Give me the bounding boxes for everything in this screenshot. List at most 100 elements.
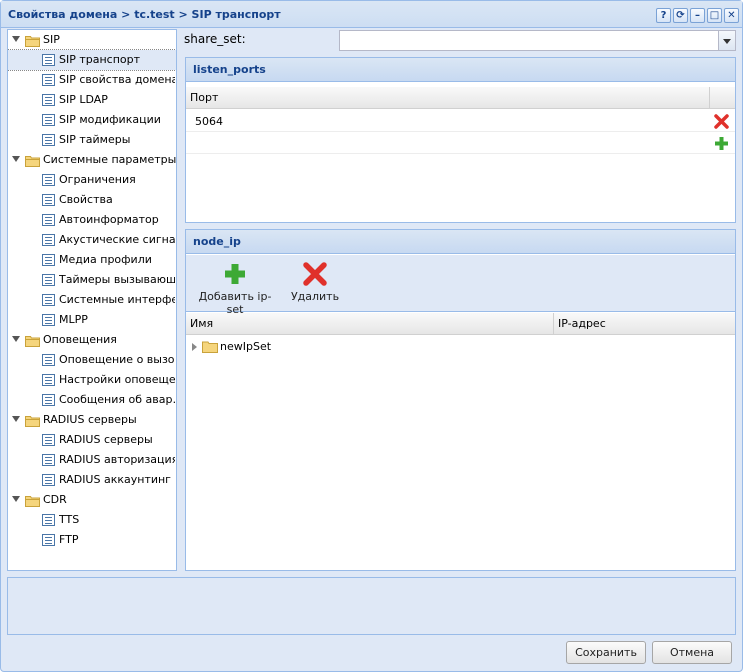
window-title: Свойства домена > tc.test > SIP транспор… [8,8,281,21]
tree-item[interactable]: Медиа профили [8,250,176,270]
add-ip-set-button[interactable]: Добавить ip-set [192,261,278,316]
page-icon [42,434,55,446]
port-row[interactable]: 5064 [186,111,735,132]
ip-set-row[interactable]: newIpSet [186,336,735,357]
tree-group-label: RADIUS серверы [43,413,137,426]
tree-item-label: Системные интерфе… [59,293,175,306]
tree-item-label: SIP транспорт [59,53,141,66]
folder-icon [202,341,218,353]
delete-port-icon[interactable] [713,113,730,130]
delete-label: Удалить [290,290,340,303]
tree-item[interactable]: SIP свойства домена [8,70,176,90]
close-icon[interactable]: ✕ [724,8,739,23]
name-column-header[interactable]: Имя [186,313,554,335]
tree-item-label: RADIUS серверы [59,433,153,446]
collapse-arrow-icon[interactable] [12,416,20,422]
delete-button[interactable]: Удалить [290,261,340,303]
tree-group-label: CDR [43,493,67,506]
listen-ports-title: listen_ports [186,58,735,82]
page-icon [42,454,55,466]
status-area [7,577,736,635]
cancel-button[interactable]: Отмена [652,641,732,664]
tree-item[interactable]: Системные интерфе… [8,290,176,310]
folder-icon [25,494,40,507]
tree-item[interactable]: TTS [8,510,176,530]
tree-group[interactable]: Оповещения [8,330,176,350]
expand-arrow-icon[interactable] [192,343,197,351]
chevron-down-icon[interactable] [718,31,735,50]
tree-group[interactable]: SIP [8,30,176,50]
collapse-arrow-icon[interactable] [12,496,20,502]
page-icon [42,134,55,146]
page-icon [42,114,55,126]
tree-item-label: SIP модификации [59,113,161,126]
tree-item-label: Медиа профили [59,253,152,266]
page-icon [42,94,55,106]
save-button[interactable]: Сохранить [566,641,646,664]
tree-item[interactable]: SIP таймеры [8,130,176,150]
tree-item-label: TTS [59,513,80,526]
tree-item[interactable]: Ограничения [8,170,176,190]
tree-item[interactable]: Акустические сигна… [8,230,176,250]
tree-item[interactable]: RADIUS авторизация [8,450,176,470]
minimize-icon[interactable]: – [690,8,705,23]
tree-group[interactable]: Системные параметры [8,150,176,170]
page-icon [42,534,55,546]
page-icon [42,394,55,406]
tree-item[interactable]: SIP транспорт [8,49,176,71]
tree-item[interactable]: Оповещение о вызо… [8,350,176,370]
page-icon [42,314,55,326]
folder-icon [25,414,40,427]
share-set-select[interactable] [339,30,736,51]
page-icon [42,374,55,386]
tree-item[interactable]: MLPP [8,310,176,330]
tree-item[interactable]: Таймеры вызывающ… [8,270,176,290]
port-column-header[interactable]: Порт [186,87,710,109]
add-port-icon[interactable] [713,135,730,152]
tree-group[interactable]: CDR [8,490,176,510]
page-icon [42,254,55,266]
tree-item[interactable]: SIP модификации [8,110,176,130]
tree-item-label: Свойства [59,193,113,206]
tree-item[interactable]: Сообщения об авар… [8,390,176,410]
tree-item-label: MLPP [59,313,88,326]
collapse-arrow-icon[interactable] [12,336,20,342]
tree-item[interactable]: Свойства [8,190,176,210]
tree-group-label: Системные параметры [43,153,177,166]
tree-item-label: FTP [59,533,79,546]
page-icon [42,294,55,306]
tree-item[interactable]: RADIUS аккаунтинг [8,470,176,490]
tree-item-label: SIP таймеры [59,133,131,146]
settings-tree: SIP SIP транспорт SIP свойства домена SIP L… [7,29,177,571]
page-icon [42,194,55,206]
tree-item[interactable]: Настройки оповеще… [8,370,176,390]
collapse-arrow-icon[interactable] [12,36,20,42]
port-value: 5064 [195,115,223,128]
node-ip-grid-header: Имя IP-адрес [186,313,735,335]
page-icon [42,74,55,86]
tree-item[interactable]: SIP LDAP [8,90,176,110]
refresh-icon[interactable]: ⟳ [673,8,688,23]
tree-item[interactable]: RADIUS серверы [8,430,176,450]
collapse-arrow-icon[interactable] [12,156,20,162]
tree-item-label: RADIUS аккаунтинг [59,473,171,486]
tree-item-label: RADIUS авторизация [59,453,175,466]
port-add-row [186,133,735,154]
add-icon [225,264,245,284]
listen-ports-grid-header: Порт [186,87,735,109]
node-ip-toolbar: Добавить ip-set Удалить [186,255,735,316]
tree-item-label: Акустические сигна… [59,233,175,246]
page-icon [42,474,55,486]
tree-item[interactable]: Автоинформатор [8,210,176,230]
ip-column-header[interactable]: IP-адрес [554,313,735,335]
ip-set-name: newIpSet [220,340,272,353]
delete-icon [303,262,327,286]
tree-item-label: Ограничения [59,173,136,186]
maximize-icon[interactable]: □ [707,8,722,23]
window-titlebar[interactable]: Свойства домена > tc.test > SIP транспор… [1,1,742,28]
folder-icon [25,334,40,347]
folder-icon [25,34,40,47]
tree-group[interactable]: RADIUS серверы [8,410,176,430]
tree-item[interactable]: FTP [8,530,176,550]
help-icon[interactable]: ? [656,8,671,23]
